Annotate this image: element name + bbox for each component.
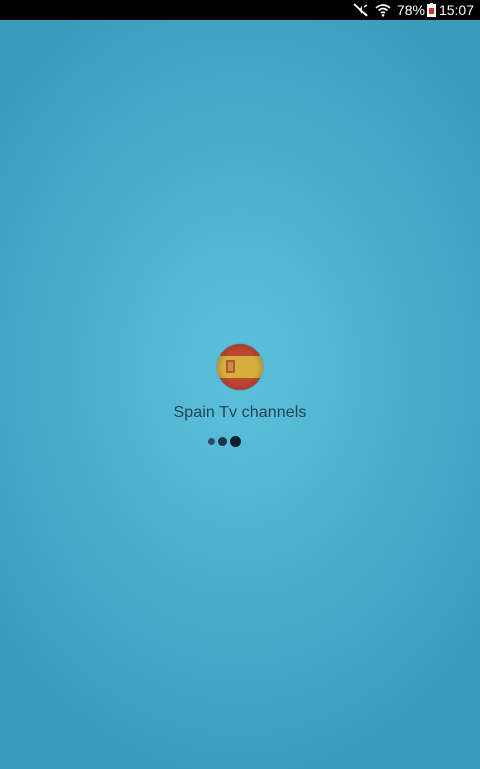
loader-dot	[217, 437, 227, 446]
loader-dot	[207, 438, 215, 445]
spain-flag-icon	[217, 344, 263, 390]
battery-percent: 78%	[396, 2, 425, 18]
mute-vibrate-icon	[353, 3, 369, 17]
splash-screen: Spain Tv channels	[0, 344, 480, 447]
status-bar: 78% 15:07	[0, 0, 480, 20]
battery-icon	[426, 3, 436, 17]
loading-dots-icon	[207, 436, 241, 447]
app-name: Spain Tv channels	[173, 404, 307, 421]
wifi-icon	[375, 3, 391, 17]
loader-dot	[229, 436, 241, 447]
clock: 15:07	[438, 2, 474, 18]
